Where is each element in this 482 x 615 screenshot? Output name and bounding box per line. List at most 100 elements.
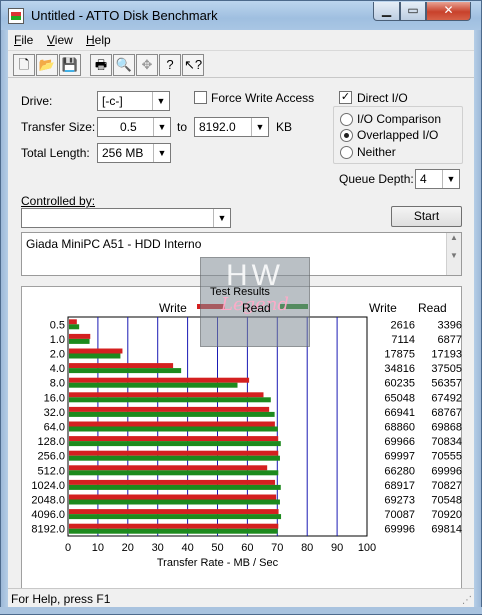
- force-write-label: Force Write Access: [211, 91, 315, 105]
- app-window: Untitled - ATTO Disk Benchmark ▁ ▭ ✕ Fil…: [0, 0, 482, 615]
- force-write-checkbox[interactable]: [194, 91, 207, 104]
- new-icon[interactable]: 🗋: [13, 54, 35, 76]
- transfer-to-select[interactable]: 8192.0 ▼: [194, 117, 269, 137]
- read-value: 70548: [431, 495, 462, 507]
- y-category-label: 1.0: [50, 334, 65, 346]
- transfer-to-value: 8192.0: [199, 120, 236, 134]
- read-value: 67492: [431, 392, 462, 404]
- chevron-down-icon[interactable]: ▼: [251, 118, 268, 136]
- close-button[interactable]: ✕: [426, 2, 471, 21]
- y-category-label: 512.0: [37, 465, 65, 477]
- overlapped-io-radio[interactable]: [340, 129, 353, 142]
- write-value: 69966: [384, 436, 415, 448]
- read-bar: [69, 528, 278, 534]
- y-category-label: 4.0: [50, 363, 65, 375]
- chevron-down-icon[interactable]: ▼: [153, 144, 170, 162]
- x-tick-label: 70: [271, 542, 283, 554]
- minimize-button[interactable]: ▁: [373, 2, 400, 21]
- write-bar: [69, 421, 275, 427]
- chevron-down-icon[interactable]: ▼: [153, 118, 170, 136]
- menu-view[interactable]: View: [47, 33, 73, 47]
- title-bar[interactable]: Untitled - ATTO Disk Benchmark ▁ ▭ ✕: [0, 0, 482, 30]
- overlapped-io-label: Overlapped I/O: [357, 128, 439, 142]
- y-category-label: 64.0: [44, 422, 65, 434]
- y-category-label: 32.0: [44, 407, 65, 419]
- open-icon[interactable]: 📂: [36, 54, 58, 76]
- io-comparison-radio[interactable]: [340, 113, 353, 126]
- read-bar: [69, 514, 282, 520]
- window-title: Untitled - ATTO Disk Benchmark: [31, 8, 218, 23]
- write-value: 66941: [384, 407, 415, 419]
- menu-help[interactable]: Help: [86, 33, 111, 47]
- legend-read-label: Read: [242, 301, 271, 315]
- drive-value: [-c-]: [102, 94, 123, 108]
- chevron-down-icon[interactable]: ▼: [213, 209, 230, 227]
- y-category-label: 4096.0: [31, 509, 65, 521]
- write-bar: [69, 377, 250, 383]
- window-frame-bottom: [0, 607, 482, 615]
- chevron-down-icon[interactable]: ▼: [152, 92, 169, 110]
- y-category-label: 16.0: [44, 392, 65, 404]
- write-bar: [69, 348, 123, 354]
- transfer-from-value: 0.5: [120, 120, 137, 134]
- print-icon[interactable]: 🖶: [90, 54, 112, 76]
- write-value: 68860: [384, 422, 415, 434]
- read-bar: [69, 324, 80, 330]
- menu-file[interactable]: File: [14, 33, 33, 47]
- controlled-by-label: Controlled by:: [21, 194, 96, 208]
- write-bar: [69, 406, 270, 412]
- neither-label: Neither: [357, 145, 396, 159]
- write-value: 70087: [384, 509, 415, 521]
- close-icon: ✕: [443, 3, 454, 17]
- read-bar: [69, 484, 281, 490]
- context-help-icon[interactable]: ↖?: [182, 54, 204, 76]
- read-value: 69996: [431, 465, 462, 477]
- y-category-label: 2.0: [50, 349, 65, 361]
- write-bar: [69, 333, 91, 339]
- read-bar: [69, 441, 281, 447]
- read-value: 37505: [431, 363, 462, 375]
- resize-grip-icon[interactable]: ⋰: [462, 595, 472, 606]
- write-bar: [69, 509, 279, 515]
- direct-io-checkbox[interactable]: ✓: [339, 91, 352, 104]
- y-category-label: 2048.0: [31, 495, 65, 507]
- legend-write-label: Write: [159, 301, 187, 315]
- write-value: 7114: [391, 334, 415, 346]
- description-scrollbar[interactable]: ▲ ▼: [446, 233, 461, 275]
- chevron-down-icon[interactable]: ▼: [442, 170, 459, 188]
- write-bar: [69, 494, 277, 500]
- read-value: 69868: [431, 422, 462, 434]
- read-value: 70920: [431, 509, 462, 521]
- write-value: 69997: [384, 451, 415, 463]
- x-tick-label: 40: [181, 542, 193, 554]
- test-results-panel: 0 10 20 30 40 50 60 70 80 90 100 Transfer Rate - MB…: [21, 257, 462, 589]
- help-icon[interactable]: ?: [159, 54, 181, 76]
- save-icon[interactable]: 💾: [59, 54, 81, 76]
- queue-depth-select[interactable]: 4 ▼: [415, 169, 460, 189]
- write-bar: [69, 319, 77, 325]
- print-preview-icon[interactable]: 🔍: [113, 54, 135, 76]
- table-header-write: Write: [369, 301, 397, 315]
- neither-radio[interactable]: [340, 146, 353, 159]
- controlled-by-select[interactable]: ▼: [21, 208, 231, 228]
- read-bar: [69, 382, 238, 388]
- move-icon[interactable]: ✥: [136, 54, 158, 76]
- write-value: 60235: [384, 378, 415, 390]
- start-button[interactable]: Start: [391, 206, 462, 227]
- x-tick-label: 20: [122, 542, 134, 554]
- window-frame-right: [474, 30, 482, 615]
- read-value: 69814: [431, 524, 462, 536]
- read-value: 70827: [431, 480, 462, 492]
- write-value: 34816: [384, 363, 415, 375]
- write-bar: [69, 523, 279, 529]
- io-comparison-label: I/O Comparison: [357, 112, 442, 126]
- total-length-select[interactable]: 256 MB ▼: [97, 143, 171, 163]
- x-tick-label: 30: [152, 542, 164, 554]
- read-bar: [69, 368, 182, 374]
- drive-select[interactable]: [-c-] ▼: [97, 91, 170, 111]
- maximize-button[interactable]: ▭: [400, 2, 426, 21]
- read-bar: [69, 338, 90, 344]
- transfer-from-select[interactable]: 0.5 ▼: [97, 117, 171, 137]
- description-text: Giada MiniPC A51 - HDD Interno: [26, 237, 202, 251]
- read-value: 68767: [431, 407, 462, 419]
